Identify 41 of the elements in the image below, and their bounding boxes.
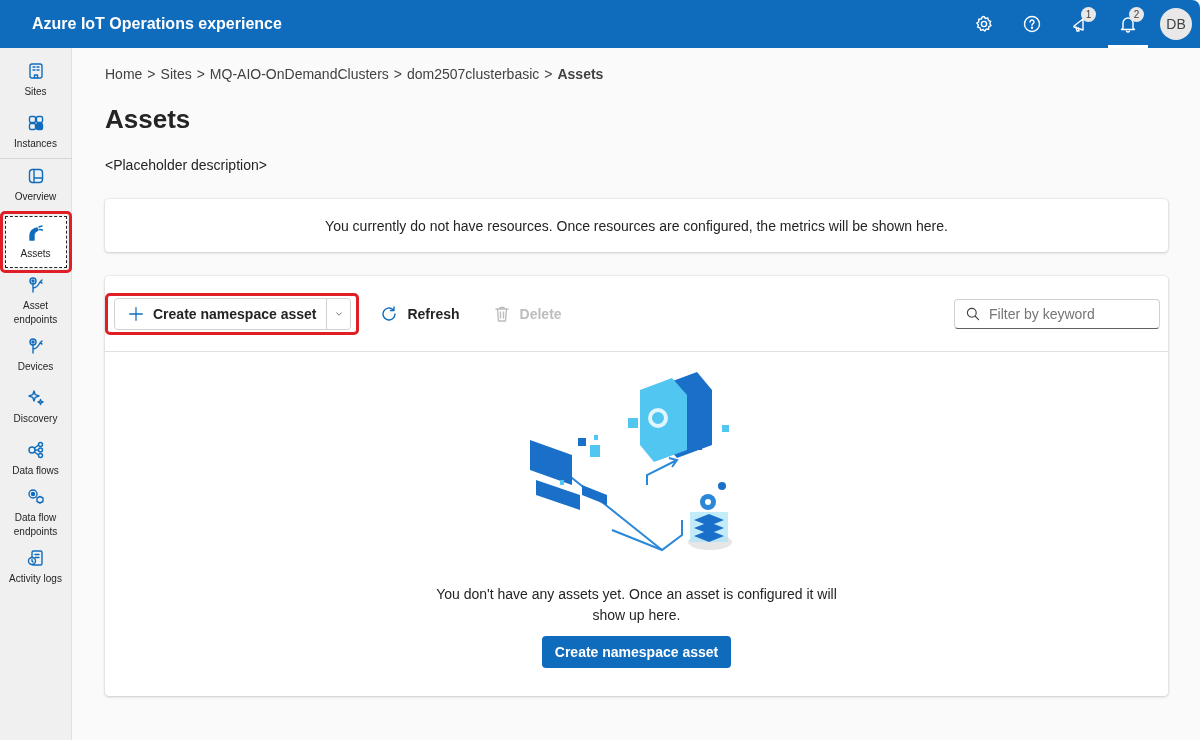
feedback-button[interactable]: 1 bbox=[1060, 0, 1100, 48]
breadcrumb-link[interactable]: dom2507clusterbasic bbox=[407, 66, 540, 82]
metrics-message: You currently do not have resources. Once resources are configured, the metrics will be shown here. bbox=[325, 217, 948, 234]
nav-item[interactable]: Overview bbox=[4, 159, 67, 211]
nav-icon bbox=[25, 487, 46, 507]
empty-state-message: You don't have any assets yet. Once an asset is configured it will show up here. bbox=[435, 585, 838, 625]
nav-icon bbox=[25, 388, 46, 408]
nav-item[interactable]: Activity logs bbox=[4, 541, 67, 593]
breadcrumb-separator: > bbox=[393, 66, 402, 82]
breadcrumb-separator: > bbox=[147, 66, 156, 82]
notifications-button[interactable]: 2 bbox=[1108, 0, 1148, 48]
nav-item[interactable]: Data flows bbox=[4, 433, 67, 485]
settings-icon bbox=[974, 14, 994, 34]
refresh-button[interactable]: Refresh bbox=[367, 303, 472, 324]
breadcrumb-separator: > bbox=[544, 66, 553, 82]
nav-icon bbox=[25, 440, 46, 460]
count-badge: 2 bbox=[1129, 7, 1144, 22]
nav-item[interactable]: Sites bbox=[4, 54, 67, 106]
filter-field[interactable]: Filter by keyword bbox=[954, 298, 1160, 329]
nav-item[interactable]: Data flow endpoints bbox=[4, 485, 67, 541]
search-icon bbox=[965, 305, 981, 322]
breadcrumb-link[interactable]: Home bbox=[105, 66, 143, 82]
page-description: <Placeholder description> bbox=[105, 157, 268, 173]
help-icon bbox=[1022, 14, 1042, 34]
count-badge: 1 bbox=[1081, 7, 1096, 22]
breadcrumb-link[interactable]: Assets bbox=[557, 66, 604, 82]
breadcrumb-separator: > bbox=[196, 66, 205, 82]
nav-item[interactable]: Asset endpoints bbox=[4, 273, 67, 329]
create-button[interactable]: Create namespace asset bbox=[541, 636, 732, 668]
user-avatar[interactable]: DB bbox=[1160, 8, 1192, 40]
plus-icon bbox=[127, 304, 145, 323]
breadcrumb-link[interactable]: Sites bbox=[160, 66, 192, 82]
page-title: Assets bbox=[105, 104, 192, 135]
nav-item[interactable]: Devices bbox=[4, 329, 67, 381]
nav-item[interactable]: Discovery bbox=[4, 381, 67, 433]
create-button[interactable]: Create namespace asset bbox=[115, 298, 328, 329]
nav-icon bbox=[25, 548, 46, 568]
nav-item[interactable]: Instances bbox=[4, 106, 67, 158]
app-title: Azure IoT Operations experience bbox=[32, 15, 282, 33]
breadcrumb-link[interactable]: MQ-AIO-OnDemandClusters bbox=[209, 66, 389, 82]
nav-item[interactable]: Assets bbox=[4, 216, 67, 268]
